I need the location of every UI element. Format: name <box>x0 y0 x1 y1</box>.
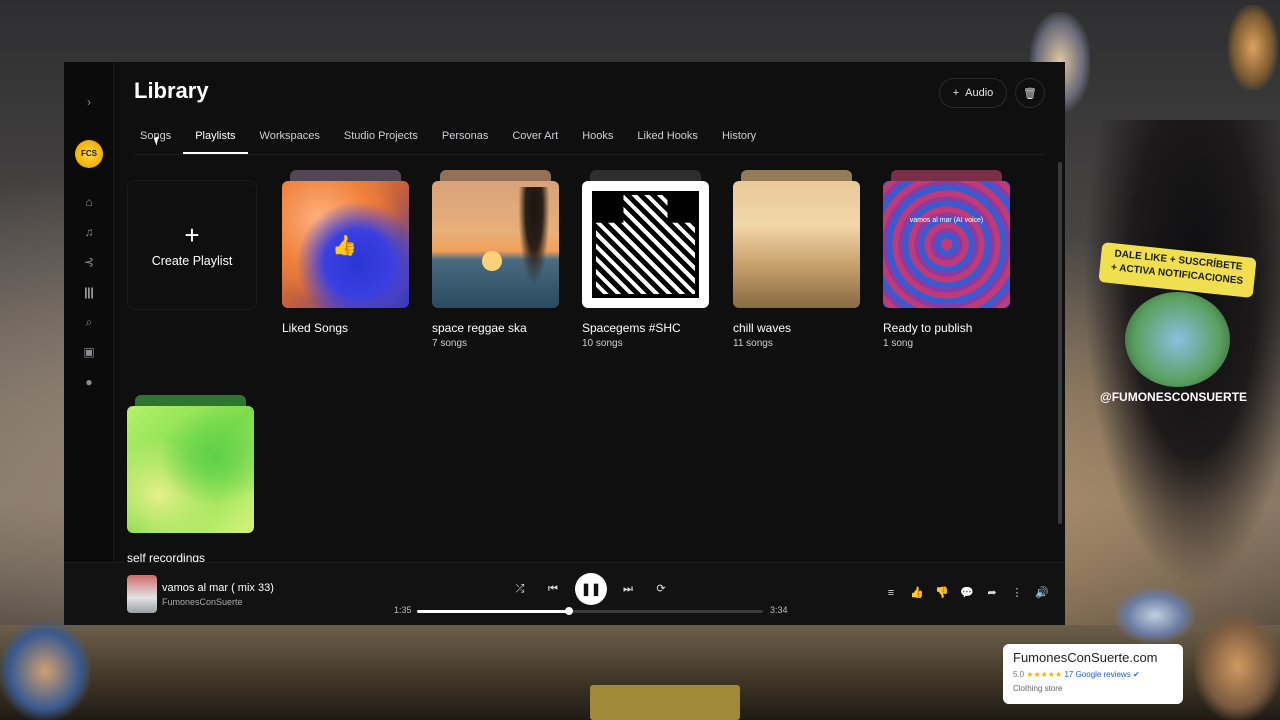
playlist-song-count: 7 songs <box>432 338 468 349</box>
create-playlist-button[interactable]: + Create Playlist <box>127 180 257 310</box>
now-playing-artist[interactable]: FumonesConSuerte <box>162 597 243 607</box>
review-category: Clothing store <box>1013 684 1063 693</box>
search-icon[interactable]: ⌕ <box>79 312 99 332</box>
verified-icon: ✔ <box>1132 670 1140 679</box>
library-icon[interactable]: ||| <box>79 282 99 302</box>
plus-icon: + <box>952 87 960 99</box>
player-bar: vamos al mar ( mix 33) FumonesConSuerte … <box>64 562 1065 625</box>
now-playing-cover[interactable] <box>127 575 157 613</box>
share-icon[interactable]: ➦ <box>984 585 1000 601</box>
repeat-icon[interactable]: ⟳ <box>651 579 671 599</box>
queue-icon[interactable]: ≡ <box>883 585 899 601</box>
content-scrollbar[interactable] <box>1058 162 1062 524</box>
tab-workspaces[interactable]: Workspaces <box>260 130 320 154</box>
inbox-icon[interactable]: ▣ <box>79 342 99 362</box>
comment-icon[interactable]: 💬 <box>959 585 975 601</box>
playlist-title: Ready to publish <box>883 321 973 335</box>
playlist-cover[interactable] <box>582 181 709 308</box>
elapsed-time: 1:35 <box>394 605 412 615</box>
character-sticker-bottom-right <box>1195 612 1280 720</box>
channel-logo[interactable]: FCS <box>75 140 103 168</box>
playlist-cover[interactable]: vamos al mar (AI voice) <box>883 181 1010 308</box>
character-sticker-corner <box>1228 5 1278 90</box>
playlist-title: chill waves <box>733 321 792 335</box>
rating-stars: ★★★★★ <box>1026 670 1063 679</box>
playlist-cover[interactable] <box>432 181 559 308</box>
progress-knob[interactable] <box>565 607 574 615</box>
progress-fill <box>417 610 570 613</box>
playlist-cover[interactable] <box>127 406 254 533</box>
share-icon[interactable]: ⊰ <box>79 252 99 272</box>
duration-time: 3:34 <box>770 605 788 615</box>
tabs-divider <box>134 154 1044 155</box>
notifications-icon[interactable]: ● <box>79 372 99 392</box>
thumbs-up-icon: 👍 <box>332 235 357 257</box>
shuffle-icon[interactable]: ⤮ <box>510 579 530 599</box>
trash-icon: 🗑 <box>1023 87 1037 100</box>
playlist-song-count: 10 songs <box>582 338 623 349</box>
trash-button[interactable]: 🗑 <box>1015 78 1045 108</box>
cover-caption: vamos al mar (AI voice) <box>909 217 984 224</box>
channel-portrait <box>1125 292 1230 387</box>
playlist-title: Liked Songs <box>282 321 349 335</box>
add-audio-label: Audio <box>965 87 994 99</box>
tab-history[interactable]: History <box>722 130 756 154</box>
qr-code-icon <box>592 191 699 298</box>
dislike-icon[interactable]: 👎 <box>934 585 950 601</box>
playlist-cover[interactable] <box>733 181 860 308</box>
create-playlist-label: Create Playlist <box>151 254 233 268</box>
home-icon[interactable]: ⌂ <box>79 192 99 212</box>
review-business-name: FumonesConSuerte.com <box>1013 650 1158 665</box>
like-icon[interactable]: 👍 <box>909 585 925 601</box>
create-music-icon[interactable]: ♫ <box>79 222 99 242</box>
add-audio-button[interactable]: + Audio <box>939 78 1007 108</box>
google-review-card[interactable]: FumonesConSuerte.com 5.0 ★★★★★ 17 Google… <box>1003 644 1183 704</box>
character-sticker-bottom-left <box>0 622 90 720</box>
more-options-icon[interactable]: ⋮ <box>1009 585 1025 601</box>
channel-handle: @FUMONESCONSUERTE <box>1100 390 1248 404</box>
next-icon[interactable]: ⏭ <box>618 579 638 599</box>
playlist-title: Spacegems #SHC <box>582 321 681 335</box>
tab-cover-art[interactable]: Cover Art <box>512 130 558 154</box>
ufo-sticker <box>1115 588 1195 643</box>
library-tabs: Songs Playlists Workspaces Studio Projec… <box>140 130 780 154</box>
plus-icon: + <box>184 220 200 250</box>
app-window: › FCS ⌂ ♫ ⊰ ||| ⌕ ▣ ● ⚗ ⋯ Library + Audi… <box>64 62 1065 625</box>
previous-icon[interactable]: ⏮ <box>543 579 563 599</box>
tab-studio-projects[interactable]: Studio Projects <box>344 130 418 154</box>
now-playing-title[interactable]: vamos al mar ( mix 33) <box>162 582 274 594</box>
tab-hooks[interactable]: Hooks <box>582 130 613 154</box>
expand-chevron-icon[interactable]: › <box>79 92 99 112</box>
pause-button[interactable]: ❚❚ <box>575 573 607 605</box>
playlist-cover[interactable]: 👍 <box>282 181 409 308</box>
background-sign <box>590 685 740 720</box>
volume-icon[interactable]: 🔊 <box>1034 585 1050 601</box>
page-title: Library <box>134 78 209 103</box>
tab-playlists[interactable]: Playlists <box>183 130 248 154</box>
review-count-link[interactable]: 17 Google reviews <box>1064 670 1130 679</box>
tab-liked-hooks[interactable]: Liked Hooks <box>637 130 698 154</box>
review-rating-row: 5.0 ★★★★★ 17 Google reviews ✔ <box>1013 670 1140 679</box>
playlist-title: space reggae ska <box>432 321 527 335</box>
playlist-song-count: 11 songs <box>733 338 773 349</box>
nav-rail: › FCS ⌂ ♫ ⊰ ||| ⌕ ▣ ● ⚗ ⋯ <box>64 62 114 625</box>
playlist-song-count: 1 song <box>883 338 914 349</box>
progress-bar[interactable] <box>417 607 763 615</box>
tab-personas[interactable]: Personas <box>442 130 488 154</box>
